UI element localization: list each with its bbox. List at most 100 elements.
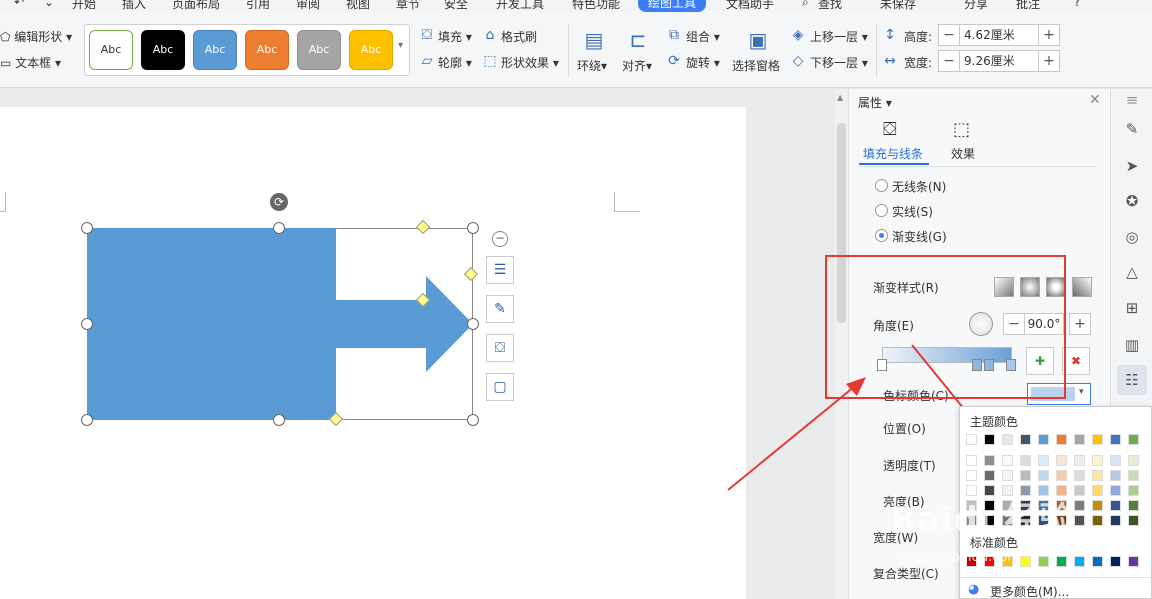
grid-icon[interactable]: ⊞ [1123, 299, 1141, 317]
rotate-handle-icon[interactable]: ⟳ [270, 193, 288, 211]
standard-color-swatch[interactable] [1074, 556, 1085, 567]
menu-page-layout[interactable]: 页面布局 [172, 0, 220, 12]
theme-color-swatch[interactable] [1002, 434, 1013, 445]
more-colors-button[interactable]: 更多颜色(M)... [990, 583, 1069, 599]
width-increase-button[interactable]: + [1038, 50, 1060, 72]
cursor-icon[interactable]: ➤ [1123, 157, 1141, 175]
menu-reference[interactable]: 引用 [246, 0, 270, 12]
menu-unsaved[interactable]: 未保存 [880, 0, 916, 12]
width-decrease-button[interactable]: − [938, 50, 960, 72]
theme-color-swatch[interactable] [1074, 434, 1085, 445]
menu-find[interactable]: 查找 [818, 0, 842, 12]
bring-forward-button[interactable]: 上移一层 ▾ [810, 28, 868, 45]
width-input[interactable]: 9.26厘米 [959, 50, 1039, 72]
menu-insert[interactable]: 插入 [122, 0, 146, 12]
radio-solid-line[interactable] [875, 204, 888, 217]
theme-color-swatch[interactable] [1020, 434, 1031, 445]
theme-color-shade[interactable] [1110, 455, 1121, 466]
style-preset-2[interactable]: Abc [141, 30, 185, 70]
undo-icon[interactable]: ↶ [14, 0, 24, 9]
menu-review[interactable]: 审阅 [296, 0, 320, 12]
theme-color-shade[interactable] [1128, 470, 1139, 481]
angle-increase-button[interactable]: + [1069, 313, 1091, 335]
height-increase-button[interactable]: + [1038, 24, 1060, 46]
theme-color-shade[interactable] [1002, 455, 1013, 466]
theme-color-swatch[interactable] [984, 434, 995, 445]
standard-color-swatch[interactable] [1092, 556, 1103, 567]
shapes-icon[interactable]: ◎ [1123, 228, 1141, 246]
search-icon[interactable]: ⌕ [802, 0, 809, 10]
wrap-button[interactable]: 环绕▾ [577, 57, 607, 74]
close-icon[interactable]: ✕ [1089, 92, 1101, 108]
height-decrease-button[interactable]: − [938, 24, 960, 46]
send-backward-button[interactable]: 下移一层 ▾ [810, 54, 868, 71]
theme-color-shade[interactable] [1020, 455, 1031, 466]
badge-icon[interactable]: ✪ [1123, 192, 1141, 210]
triangle-icon[interactable]: △ [1123, 263, 1141, 281]
resize-handle[interactable] [81, 222, 93, 234]
theme-color-shade[interactable] [1074, 485, 1085, 496]
scroll-up-icon[interactable]: ▲ [837, 93, 843, 102]
theme-color-shade[interactable] [1092, 470, 1103, 481]
menu-view[interactable]: 视图 [346, 0, 370, 12]
chevron-down-icon[interactable]: ⌄ [44, 0, 54, 9]
height-input[interactable]: 4.62厘米 [959, 24, 1039, 46]
standard-color-swatch[interactable] [1056, 556, 1067, 567]
panel-title[interactable]: 属性 ▾ [858, 94, 892, 111]
theme-color-shade[interactable] [984, 470, 995, 481]
format-brush-button[interactable]: 格式刷 [501, 28, 537, 45]
standard-color-swatch[interactable] [1038, 556, 1049, 567]
brush-icon[interactable]: ✎ [486, 295, 514, 323]
menu-start[interactable]: 开始 [72, 0, 96, 12]
theme-color-shade[interactable] [1020, 470, 1031, 481]
collapse-toolbar-icon[interactable]: − [492, 231, 508, 247]
theme-color-swatch[interactable] [966, 434, 977, 445]
remove-stop-icon[interactable]: ✖ [1062, 347, 1090, 375]
theme-color-shade[interactable] [1092, 500, 1103, 511]
theme-color-swatch[interactable] [1038, 434, 1049, 445]
outline-button[interactable]: 轮廓 ▾ [438, 54, 472, 71]
edit-shape-button[interactable]: ⬠ 编辑形状 ▾ [0, 28, 72, 45]
theme-color-shade[interactable] [966, 455, 977, 466]
menu-comment[interactable]: 批注 [1016, 0, 1040, 12]
gallery-more-icon[interactable]: ▾ [398, 40, 403, 51]
menu-security[interactable]: 安全 [444, 0, 468, 12]
menu-doc-assistant[interactable]: 文档助手 [726, 0, 774, 12]
theme-color-shade[interactable] [1128, 500, 1139, 511]
resize-handle[interactable] [81, 318, 93, 330]
resize-handle[interactable] [467, 414, 479, 426]
style-preset-4[interactable]: Abc [245, 30, 289, 70]
theme-color-shade[interactable] [1110, 485, 1121, 496]
align-button[interactable]: 对齐▾ [622, 57, 652, 74]
theme-color-shade[interactable] [1074, 455, 1085, 466]
tab-effects[interactable]: 效果 [951, 145, 975, 162]
selection-pane-button[interactable]: 选择窗格 [732, 57, 780, 74]
resize-handle[interactable] [273, 414, 285, 426]
theme-color-shade[interactable] [1074, 500, 1085, 511]
text-box-button[interactable]: ▭ 文本框 ▾ [0, 54, 61, 71]
style-preset-5[interactable]: Abc [297, 30, 341, 70]
theme-color-shade[interactable] [1056, 455, 1067, 466]
fill-bucket-icon[interactable]: ⛋ [486, 334, 514, 362]
theme-color-shade[interactable] [1128, 485, 1139, 496]
style-preset-6[interactable]: Abc [349, 30, 393, 70]
theme-color-shade[interactable] [1038, 470, 1049, 481]
theme-color-shade[interactable] [1056, 470, 1067, 481]
standard-color-swatch[interactable] [1020, 556, 1031, 567]
outline-box-icon[interactable]: ▢ [486, 373, 514, 401]
theme-color-shade[interactable] [1092, 485, 1103, 496]
theme-color-swatch[interactable] [1110, 434, 1121, 445]
layout-options-icon[interactable]: ☰ [486, 256, 514, 284]
standard-color-swatch[interactable] [1110, 556, 1121, 567]
theme-color-shade[interactable] [1092, 455, 1103, 466]
theme-color-shade[interactable] [1110, 470, 1121, 481]
theme-color-shade[interactable] [1074, 515, 1085, 526]
gradient-style-path[interactable] [1072, 277, 1092, 297]
pen-icon[interactable]: ✎ [1123, 120, 1141, 138]
theme-color-shade[interactable] [1002, 470, 1013, 481]
radio-no-line[interactable] [875, 179, 888, 192]
resize-handle[interactable] [273, 222, 285, 234]
menu-drawing-tools[interactable]: 绘图工具 [638, 0, 707, 12]
shape-effects-button[interactable]: 形状效果 ▾ [501, 54, 559, 71]
radio-gradient-line[interactable] [875, 229, 888, 242]
